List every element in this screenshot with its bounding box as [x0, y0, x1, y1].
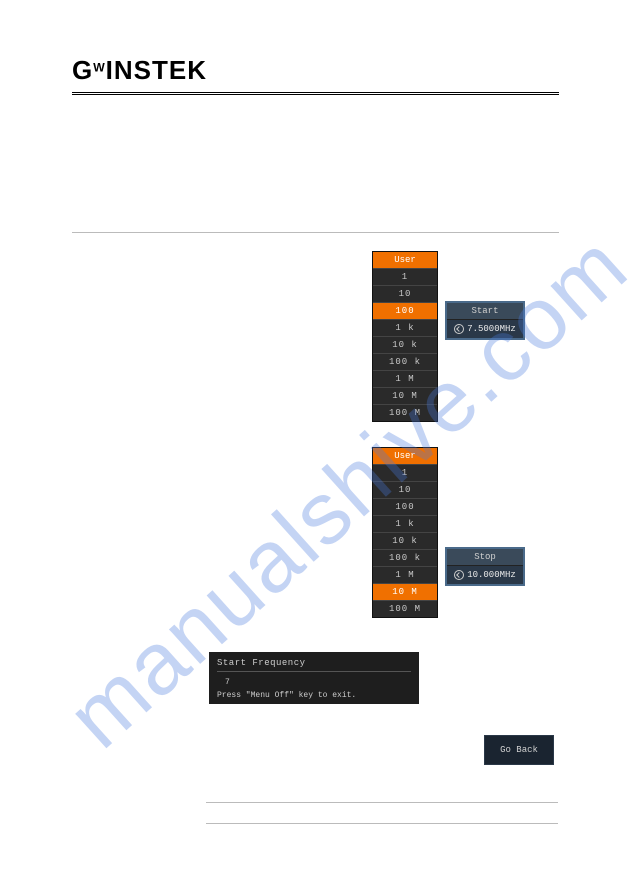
header-divider [72, 92, 559, 96]
section-divider [72, 232, 559, 233]
refresh-icon [454, 324, 464, 334]
menu-header: User [373, 252, 437, 268]
menu-item-selected[interactable]: 100 [373, 302, 437, 319]
menu-item[interactable]: 100 k [373, 353, 437, 370]
stop-label: Stop [447, 549, 523, 566]
menu-item[interactable]: 1 [373, 268, 437, 285]
user-menu-stop[interactable]: User 1 10 100 1 k 10 k 100 k 1 M 10 M 10… [372, 447, 438, 618]
start-label: Start [447, 303, 523, 320]
menu-item[interactable]: 100 [373, 498, 437, 515]
menu-item[interactable]: 100 M [373, 600, 437, 617]
stop-value-box: Stop 10.000MHz [445, 547, 525, 586]
dialog-title: Start Frequency [217, 658, 411, 672]
user-menu-start[interactable]: User 1 10 100 1 k 10 k 100 k 1 M 10 M 10… [372, 251, 438, 422]
menu-item[interactable]: 10 [373, 481, 437, 498]
brand-logo: GᵂINSTEK [72, 55, 559, 86]
menu-item[interactable]: 10 k [373, 336, 437, 353]
menu-header: User [373, 448, 437, 464]
menu-item[interactable]: 1 k [373, 515, 437, 532]
go-back-label: Go Back [500, 745, 538, 755]
menu-item[interactable]: 10 k [373, 532, 437, 549]
start-value-box: Start 7.5000MHz [445, 301, 525, 340]
dialog-value: 7 [217, 676, 411, 689]
menu-item[interactable]: 1 M [373, 566, 437, 583]
dialog-hint: Press "Menu Off" key to exit. [217, 689, 411, 700]
menu-item-selected[interactable]: 10 M [373, 583, 437, 600]
menu-item[interactable]: 10 M [373, 387, 437, 404]
menu-item[interactable]: 100 M [373, 404, 437, 421]
footer-dividers [206, 782, 558, 824]
menu-item[interactable]: 1 k [373, 319, 437, 336]
menu-item[interactable]: 1 [373, 464, 437, 481]
menu-item[interactable]: 1 M [373, 370, 437, 387]
start-frequency-dialog: Start Frequency 7 Press "Menu Off" key t… [209, 652, 419, 704]
menu-item[interactable]: 100 k [373, 549, 437, 566]
refresh-icon [454, 570, 464, 580]
start-frequency-value: 7.5000MHz [467, 324, 516, 334]
stop-frequency-value: 10.000MHz [467, 570, 516, 580]
go-back-button[interactable]: Go Back [484, 735, 554, 765]
menu-item[interactable]: 10 [373, 285, 437, 302]
